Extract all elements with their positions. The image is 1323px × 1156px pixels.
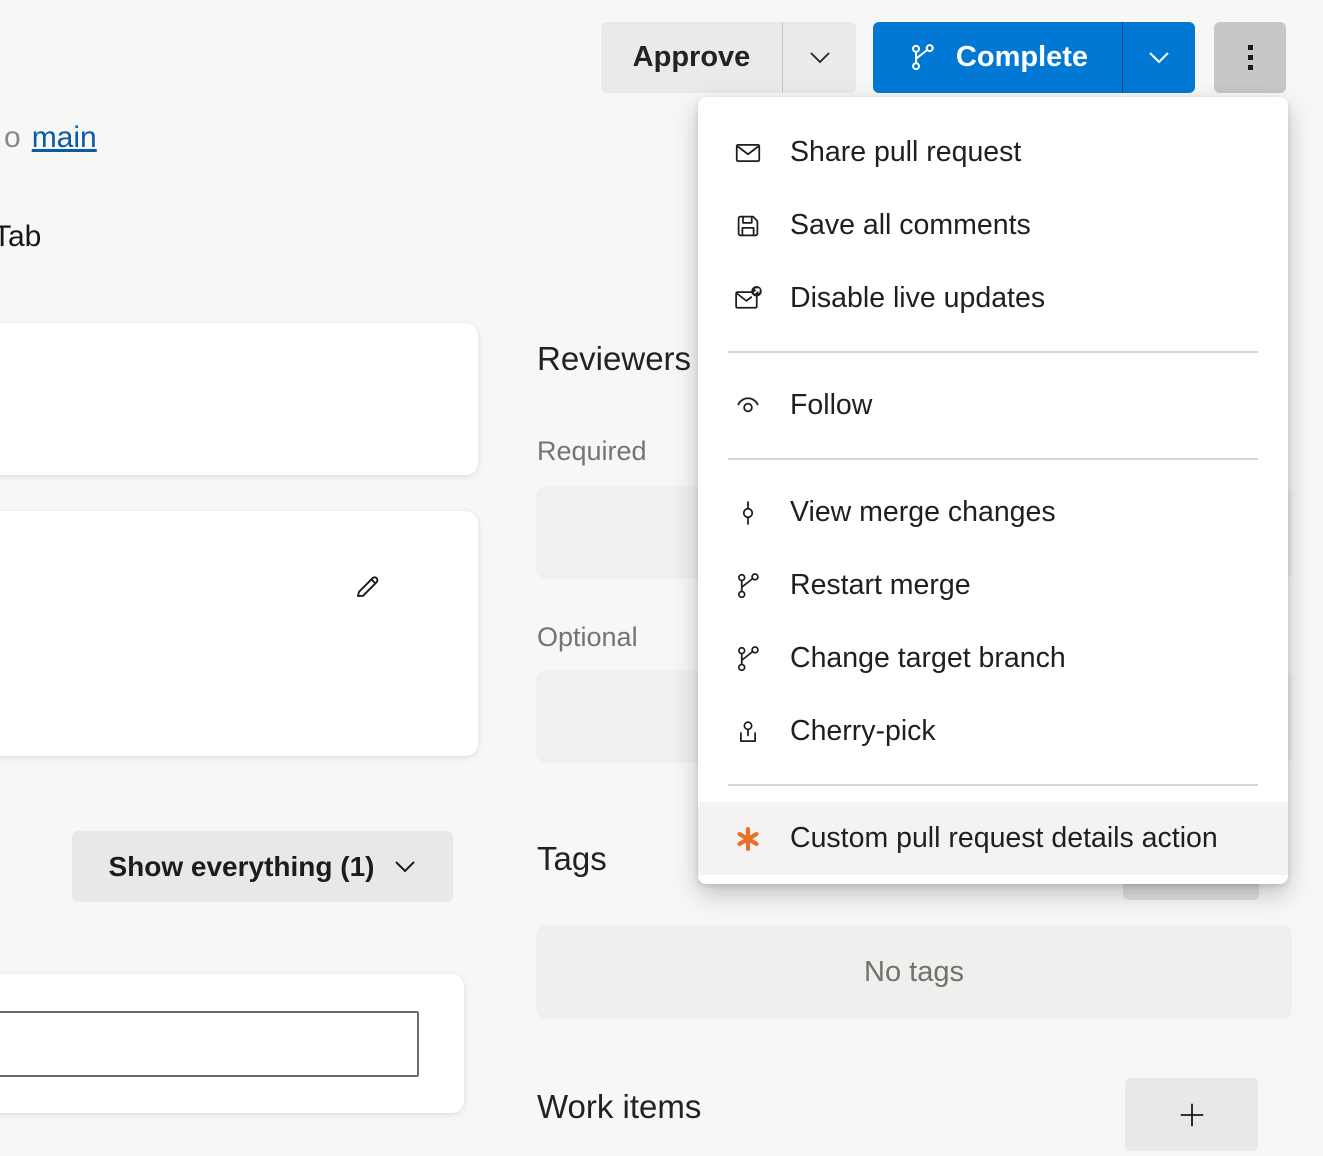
approve-label: Approve xyxy=(633,41,751,74)
menu-item-disable-live-updates[interactable]: Disable live updates xyxy=(698,262,1288,335)
tags-title: Tags xyxy=(537,840,607,878)
chevron-down-icon xyxy=(1146,50,1172,66)
complete-split-button[interactable]: Complete xyxy=(873,22,1195,93)
required-label: Required xyxy=(537,436,647,467)
reviewers-title: Reviewers xyxy=(537,340,691,378)
target-branch-prefix: o xyxy=(4,121,21,154)
approve-options-button[interactable] xyxy=(783,22,856,93)
cherry-pick-icon xyxy=(733,717,763,747)
no-tags-box: No tags xyxy=(536,925,1292,1019)
menu-item-save-all-comments[interactable]: Save all comments xyxy=(698,189,1288,262)
mail-icon xyxy=(733,138,763,168)
show-everything-label: Show everything (1) xyxy=(108,851,374,883)
custom-extension-icon xyxy=(733,824,763,854)
menu-divider xyxy=(728,351,1258,353)
optional-label: Optional xyxy=(537,622,638,653)
work-items-title: Work items xyxy=(537,1088,701,1126)
add-work-item-button[interactable] xyxy=(1125,1078,1258,1151)
branch-icon xyxy=(733,644,763,674)
no-tags-text: No tags xyxy=(864,956,964,989)
complete-options-button[interactable] xyxy=(1123,22,1195,93)
menu-divider xyxy=(728,784,1258,786)
branch-icon xyxy=(907,42,938,73)
plus-icon xyxy=(1174,1097,1210,1133)
target-branch-link[interactable]: main xyxy=(32,121,97,154)
save-icon xyxy=(733,211,763,241)
show-everything-dropdown[interactable]: Show everything (1) xyxy=(72,831,453,902)
edit-description-button[interactable] xyxy=(346,566,388,608)
commit-icon xyxy=(733,498,763,528)
menu-item-change-target-branch[interactable]: Change target branch xyxy=(698,622,1288,695)
approve-button[interactable]: Approve xyxy=(601,22,782,93)
branch-icon xyxy=(733,571,763,601)
edit-pencil-icon xyxy=(351,571,383,603)
menu-item-cherry-pick[interactable]: Cherry-pick xyxy=(698,695,1288,768)
approve-split-button[interactable]: Approve xyxy=(601,22,856,93)
menu-item-share-pull-request[interactable]: Share pull request xyxy=(698,116,1288,189)
tab-label-fragment: Tab xyxy=(0,220,41,254)
menu-item-follow[interactable]: Follow xyxy=(698,369,1288,442)
more-options-button[interactable] xyxy=(1214,22,1286,93)
menu-divider xyxy=(728,458,1258,460)
complete-label: Complete xyxy=(956,41,1088,74)
target-branch-line: omain xyxy=(4,121,97,155)
mail-live-updates-icon xyxy=(733,284,763,314)
complete-button[interactable]: Complete xyxy=(873,22,1122,93)
pull-request-context-menu: Share pull request Save all comments Dis… xyxy=(698,97,1288,884)
follow-icon xyxy=(733,391,763,421)
menu-item-view-merge-changes[interactable]: View merge changes xyxy=(698,476,1288,549)
menu-item-restart-merge[interactable]: Restart merge xyxy=(698,549,1288,622)
chevron-down-icon xyxy=(393,859,417,875)
more-vertical-icon xyxy=(1248,45,1253,50)
chevron-down-icon xyxy=(807,50,833,66)
menu-item-custom-pull-request-details-action[interactable]: Custom pull request details action xyxy=(698,802,1288,875)
status-card xyxy=(0,323,478,475)
description-card xyxy=(0,511,478,756)
comment-input[interactable] xyxy=(0,1011,419,1077)
